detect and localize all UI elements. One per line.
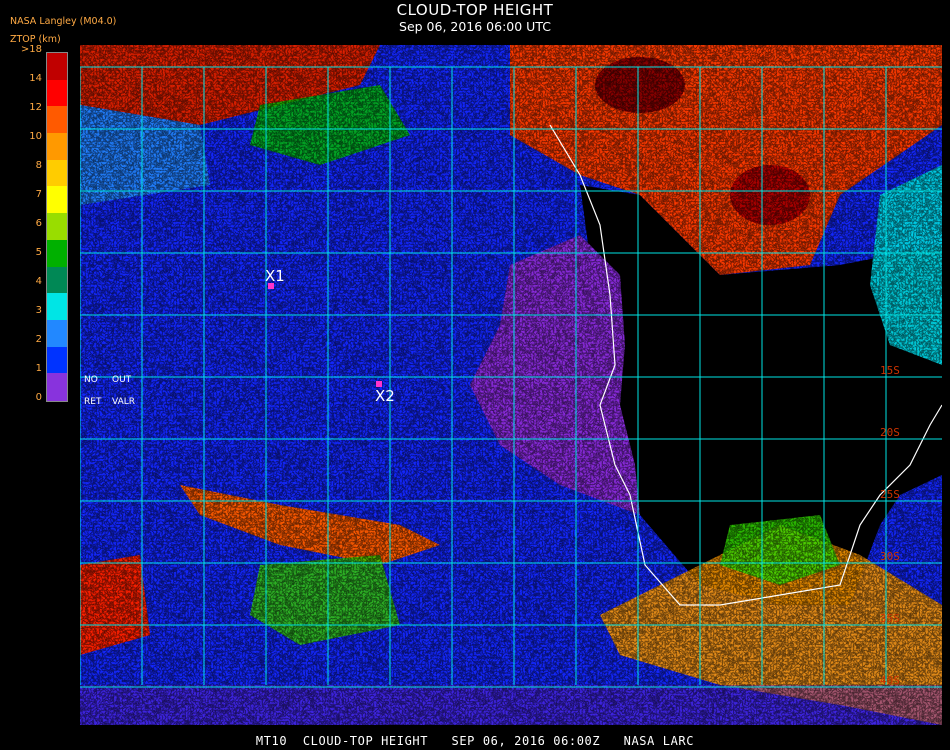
legend-swatch xyxy=(47,79,67,107)
legend-swatch xyxy=(47,106,67,134)
legend-tick-label: 12 xyxy=(29,102,42,113)
legend-swatch xyxy=(47,239,67,267)
latitude-label: 30S xyxy=(880,550,900,563)
legend-tick-label: 8 xyxy=(35,160,42,171)
legend-tick-label: 4 xyxy=(35,276,42,287)
latitude-label: 20S xyxy=(880,426,900,439)
footer-caption: MT10 CLOUD-TOP HEIGHT SEP 06, 2016 06:00… xyxy=(255,734,695,748)
legend-swatch xyxy=(47,346,67,374)
legend-tick-label: 3 xyxy=(35,305,42,316)
latitude-label: 35S xyxy=(880,612,900,625)
legend-swatch xyxy=(47,133,67,160)
legend-swatch xyxy=(47,213,67,240)
legend-swatch xyxy=(47,159,67,187)
legend-tick-label: >18 xyxy=(20,44,42,55)
legend-tick-label: 0 xyxy=(35,392,42,403)
legend-tick-label: 1 xyxy=(35,363,42,374)
legend-tick-label: 14 xyxy=(29,73,42,84)
legend-tick-label: 7 xyxy=(35,189,42,200)
legend-swatch xyxy=(47,53,67,80)
page-subtitle: Sep 06, 2016 06:00 UTC xyxy=(399,19,551,34)
color-legend xyxy=(46,52,68,402)
legend-tick-label: 2 xyxy=(35,334,42,345)
latitude-label: 40S xyxy=(880,674,900,687)
latitude-label: 15S xyxy=(880,364,900,377)
legend-tick-label: 5 xyxy=(35,247,42,258)
legend-swatch xyxy=(47,319,67,347)
page-title: CLOUD-TOP HEIGHT xyxy=(396,1,554,19)
legend-tick-label: 10 xyxy=(29,131,42,142)
map-panel: 15S 20S 25S 30S 35S 40S NO RET OUT VALR X1 X2 xyxy=(79,45,943,725)
marker-x2-label: X2 xyxy=(375,387,395,405)
satellite-map: 15S 20S 25S 30S 35S 40S xyxy=(79,45,943,725)
legend-swatch xyxy=(47,186,67,214)
legend-tick-label: 6 xyxy=(35,218,42,229)
latitude-label: 25S xyxy=(880,488,900,501)
marker-x1-label: X1 xyxy=(265,267,285,285)
legend-swatch xyxy=(47,373,67,402)
legend-swatch xyxy=(47,293,67,320)
legend-no-ret: NO RET xyxy=(84,375,102,407)
legend-swatch xyxy=(47,266,67,294)
legend-out-valr: OUT VALR xyxy=(112,375,136,407)
